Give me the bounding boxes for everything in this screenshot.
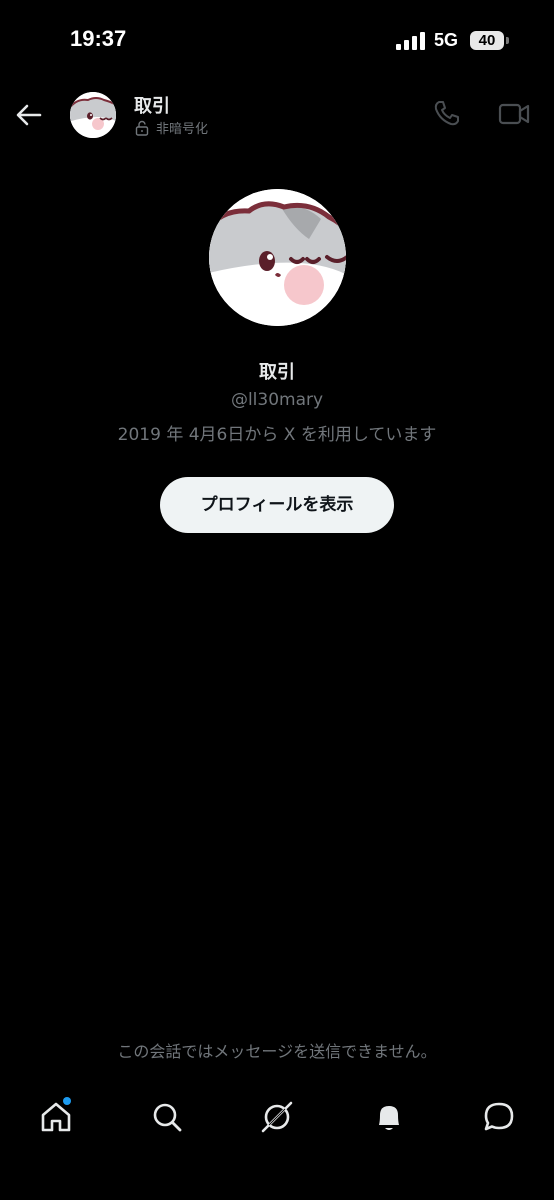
search-icon xyxy=(153,1103,182,1132)
encryption-label: 非暗号化 xyxy=(156,122,209,137)
nav-grok[interactable] xyxy=(259,1099,295,1135)
hamster-avatar-icon xyxy=(70,92,116,138)
conversation-title: 取引 xyxy=(134,96,170,117)
arrow-left-icon[interactable] xyxy=(12,98,46,132)
conversation-header: 取引 非暗号化 xyxy=(0,80,554,150)
home-indicator xyxy=(203,1185,351,1190)
grok-icon xyxy=(261,1101,293,1133)
bottom-nav xyxy=(0,1085,554,1150)
view-profile-button[interactable]: プロフィールを表示 xyxy=(160,477,394,533)
cannot-send-notice: この会話ではメッセージを送信できません。 xyxy=(117,1042,437,1061)
battery-cap xyxy=(506,37,509,44)
profile-handle: @ll30mary xyxy=(230,390,324,410)
lock-open-icon xyxy=(135,120,149,136)
nav-messages[interactable] xyxy=(481,1099,517,1135)
profile-joined-date: 2019 年 4月6日から X を利用しています xyxy=(117,425,437,445)
phone-icon[interactable] xyxy=(432,98,462,128)
bell-icon xyxy=(379,1106,399,1130)
status-bar: 19:37 5G 40 xyxy=(0,0,554,80)
battery-icon: 40 xyxy=(470,31,504,50)
status-time: 19:37 xyxy=(70,26,127,51)
profile-avatar[interactable] xyxy=(209,189,346,326)
network-label: 5G xyxy=(434,30,459,50)
nav-notifications[interactable] xyxy=(371,1099,407,1135)
encryption-status: 非暗号化 xyxy=(134,118,208,137)
avatar[interactable] xyxy=(70,92,116,138)
messages-icon xyxy=(484,1102,514,1131)
signal-icon xyxy=(396,32,425,50)
video-camera-icon[interactable] xyxy=(498,100,530,128)
hamster-avatar-icon xyxy=(209,189,346,326)
notification-dot xyxy=(63,1097,71,1105)
profile-name: 取引 xyxy=(259,362,295,383)
nav-home[interactable] xyxy=(38,1097,74,1135)
nav-search[interactable] xyxy=(149,1099,185,1135)
